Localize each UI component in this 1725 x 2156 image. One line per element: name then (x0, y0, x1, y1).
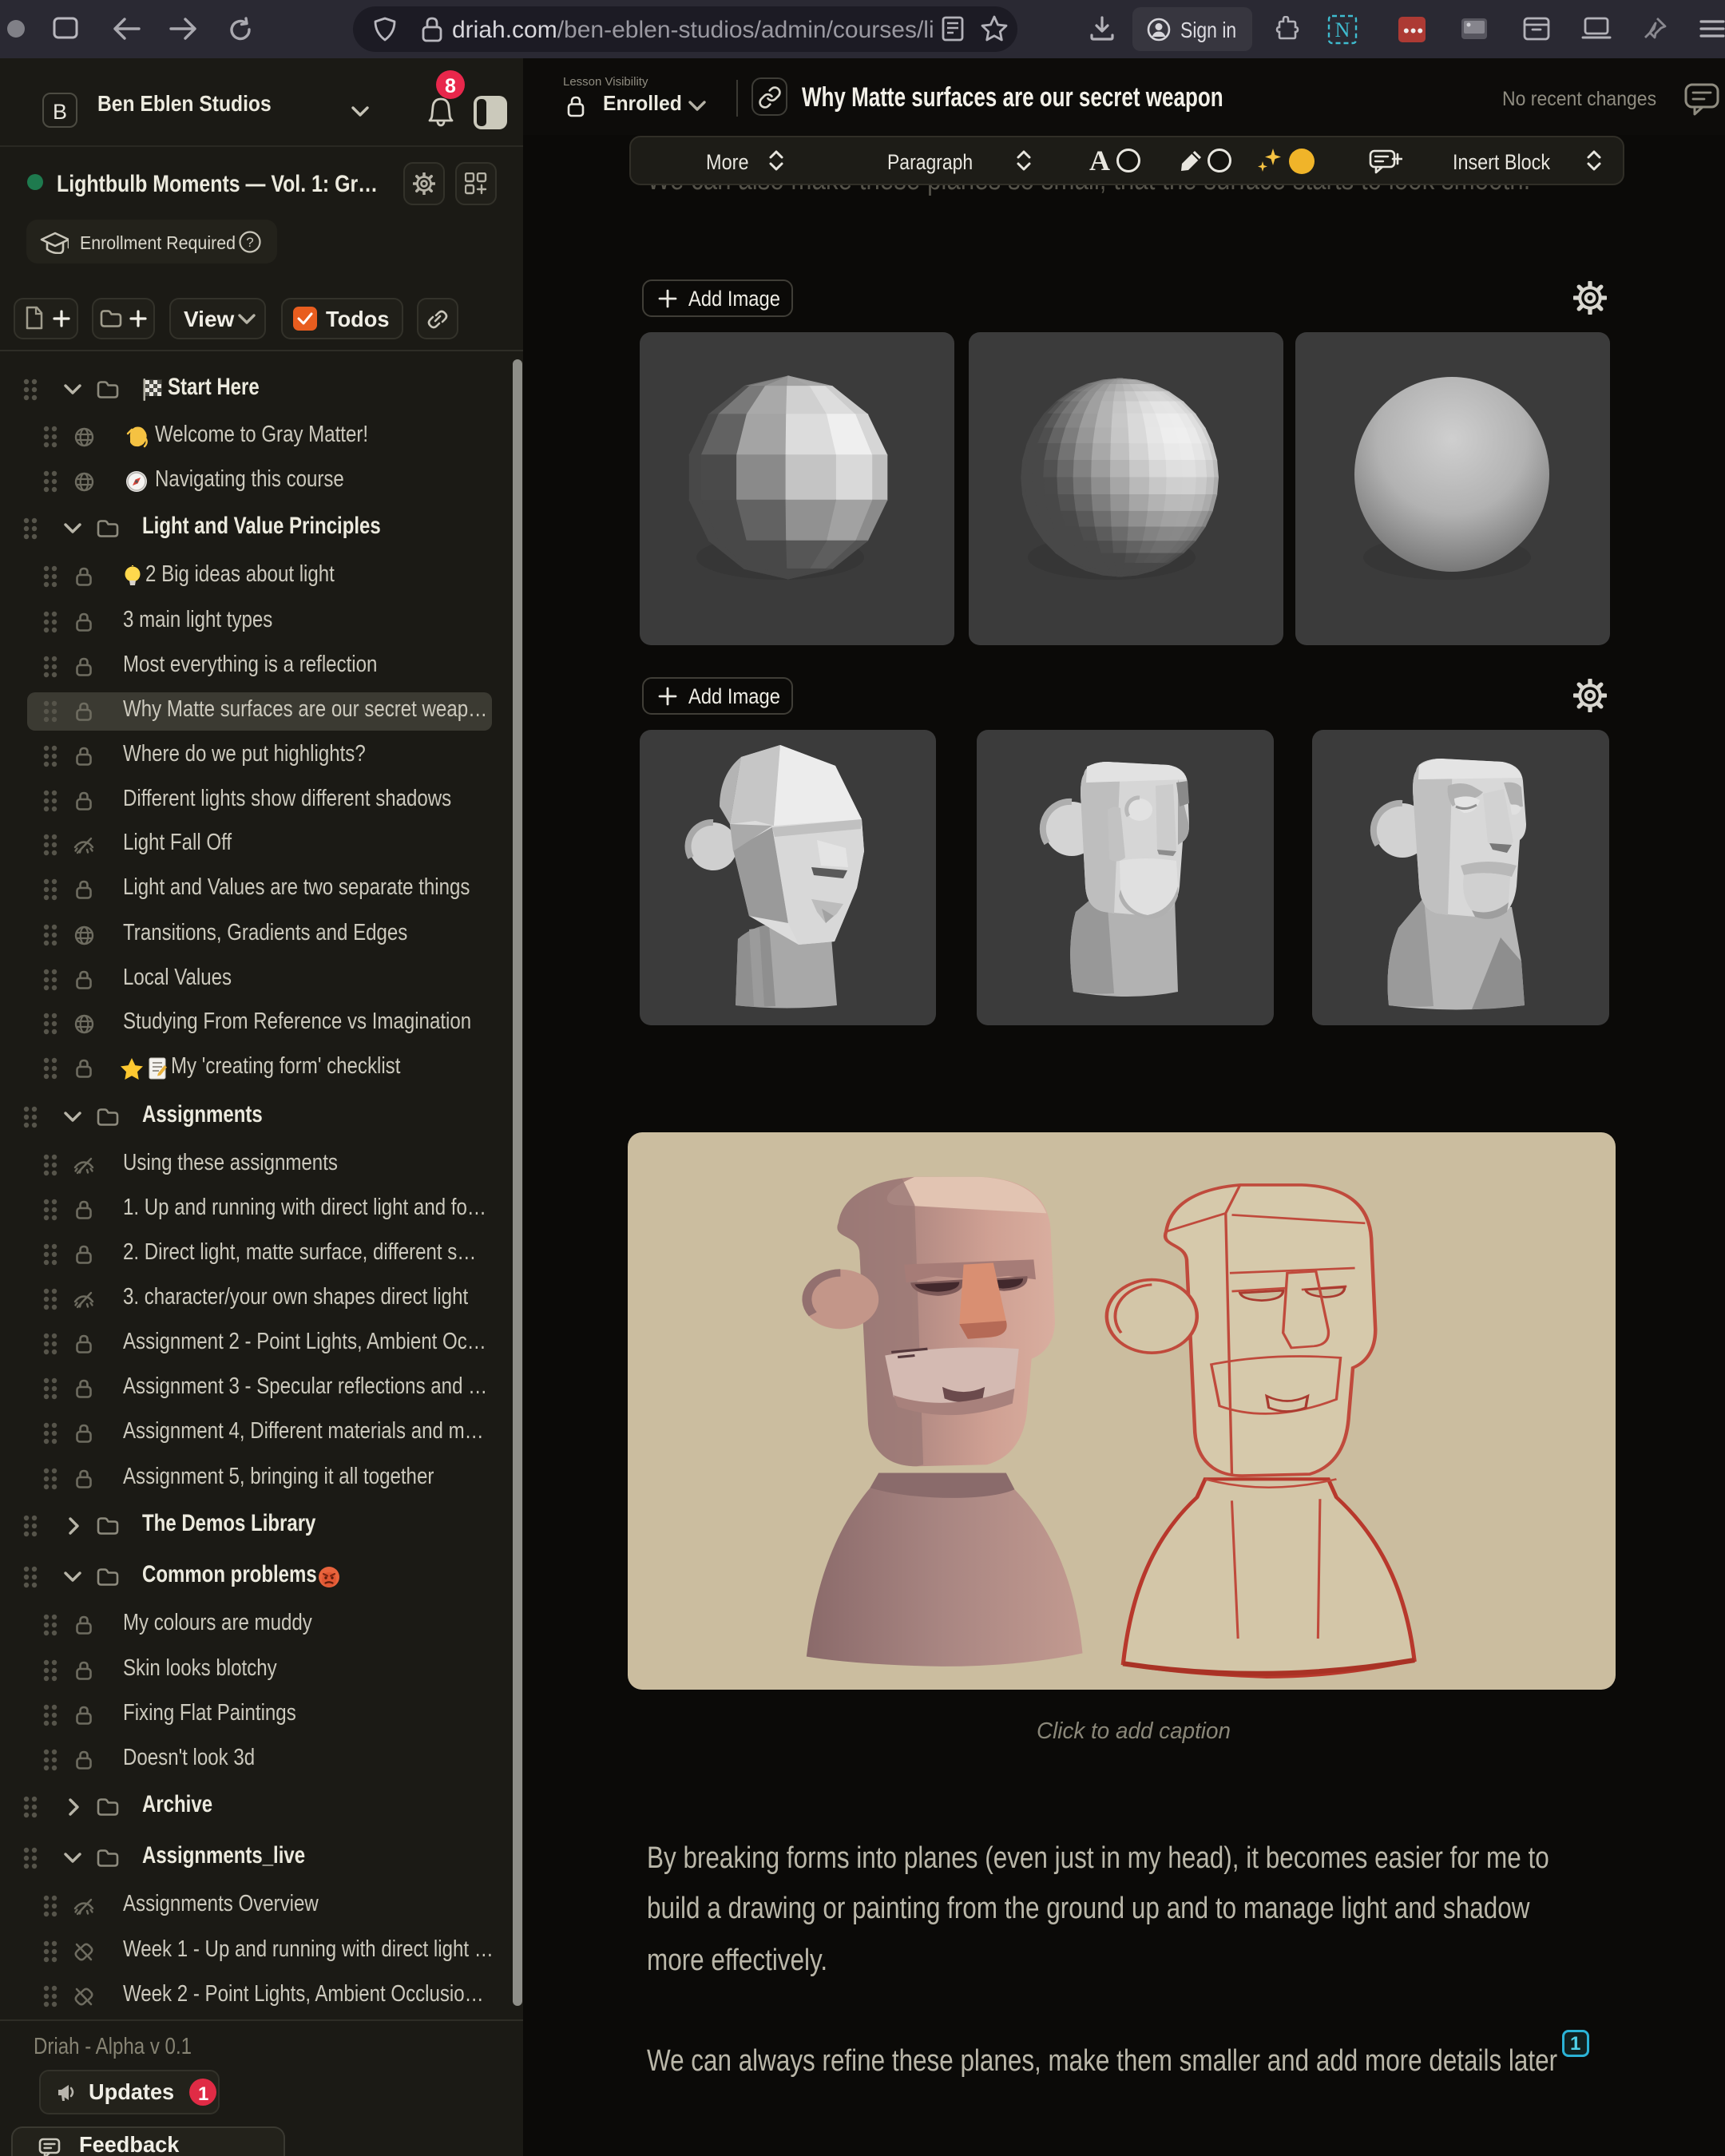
svg-text:?: ? (246, 235, 253, 250)
svg-text:N: N (1335, 18, 1350, 42)
